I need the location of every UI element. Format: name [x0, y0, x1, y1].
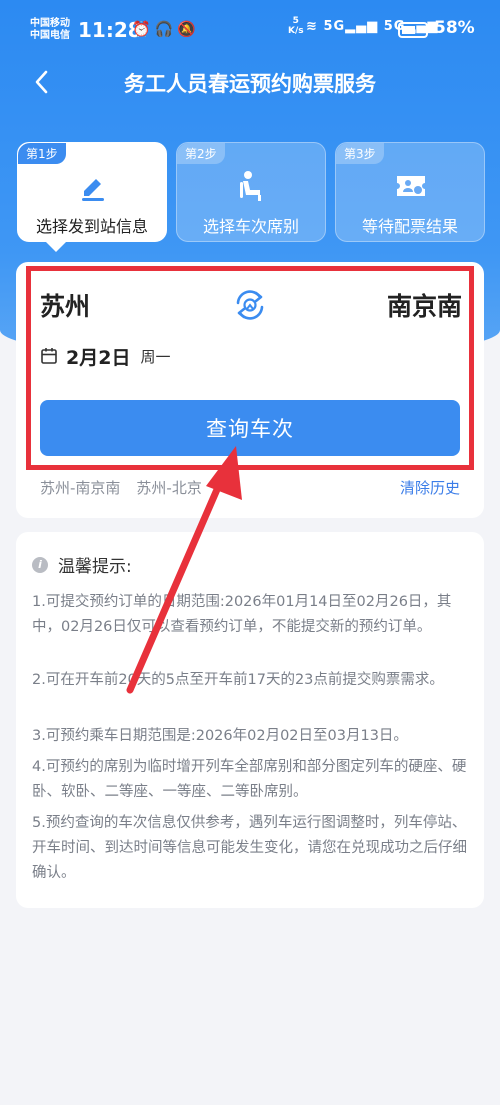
signal-bars-icon: ▂▄▆ [345, 19, 379, 34]
tips-title: 温馨提示: [58, 557, 132, 577]
status-bar: 中国移动 中国电信 11:28 ⏰🎧🔕 5 K/s ≋ 5G▂▄▆ 5G▂▄▆ … [0, 0, 500, 62]
network-speed: 5 K/s [288, 16, 304, 36]
step-tag: 第1步 [18, 143, 66, 164]
battery-icon [398, 22, 431, 38]
tip-item: 5.预约查询的车次信息仅供参考，遇列车运行图调整时，列车停站、开车时间、到达时间… [32, 815, 467, 881]
history-item[interactable]: 苏州-南京南 [40, 477, 120, 498]
alarm-icon: ⏰ [132, 20, 155, 38]
carrier-2: 中国电信 [30, 30, 70, 41]
annotation-highlight-box [26, 266, 474, 470]
clear-history-button[interactable]: 清除历史 [400, 477, 460, 498]
signal-label-1: 5G [323, 19, 346, 34]
page-title: 务工人员春运预约购票服务 [124, 72, 376, 96]
info-icon: i [32, 556, 48, 573]
nav-bar: 务工人员春运预约购票服务 [0, 62, 500, 106]
status-icons: ⏰🎧🔕 [132, 20, 200, 38]
net-speed-value: 5 [292, 16, 299, 26]
step-label: 选择发到站信息 [35, 217, 148, 236]
tips-card: i 温馨提示: 1.可提交预约订单的日期范围:2026年01月14日至02月26… [16, 532, 484, 908]
carrier-info: 中国移动 中国电信 [30, 18, 70, 42]
step-2: 第2步 选择车次席别 [176, 142, 326, 242]
battery-fill [402, 26, 415, 34]
tip-item: 1.可提交预约订单的日期范围:2026年01月14日至02月26日，其中，02月… [32, 594, 452, 635]
mute-icon: 🔕 [177, 20, 201, 38]
tip-item: 4.可预约的席别为临时增开列车全部席别和部分图定列车的硬座、硬卧、软卧、二等座、… [32, 759, 467, 800]
step-label: 选择车次席别 [202, 217, 299, 236]
tip-item: 3.可预约乘车日期范围是:2026年02月02日至03月13日。 [32, 728, 408, 744]
step-tag: 第3步 [336, 143, 384, 164]
step-3: 第3步 等待配票结果 [335, 142, 485, 242]
tips-header: i 温馨提示: [32, 552, 132, 577]
step-label: 等待配票结果 [361, 217, 458, 236]
net-speed-unit: K/s [288, 26, 304, 36]
carrier-1: 中国移动 [30, 18, 70, 29]
seat-icon [233, 167, 271, 205]
tip-item: 2.可在开车前20天的5点至开车前17天的23点前提交购票需求。 [32, 672, 444, 688]
search-history: 苏州-南京南 苏州-北京 [40, 477, 218, 498]
ticket-icon [392, 167, 430, 205]
step-tag: 第2步 [177, 143, 225, 164]
wifi-icon: ≋ [306, 19, 318, 34]
step-1[interactable]: 第1步 选择发到站信息 [17, 142, 167, 242]
headphones-icon: 🎧 [154, 20, 178, 38]
battery-percent: 58% [434, 18, 475, 38]
edit-icon [74, 167, 112, 205]
history-item[interactable]: 苏州-北京 [136, 477, 201, 498]
step-pointer [44, 240, 68, 252]
